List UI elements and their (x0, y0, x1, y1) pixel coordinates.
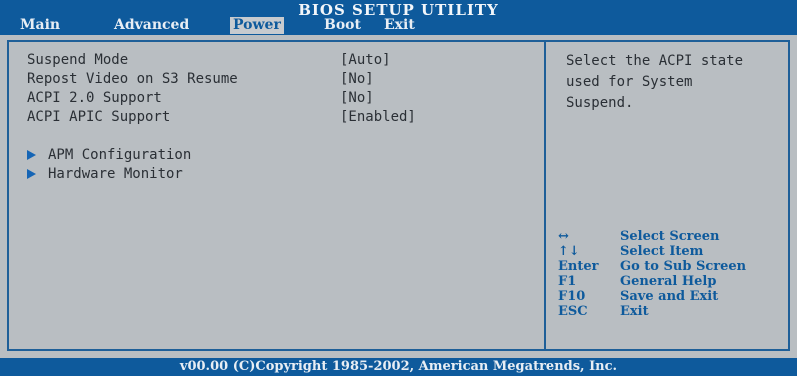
setting-label: ACPI 2.0 Support (27, 90, 162, 106)
setting-value[interactable]: [No] (340, 71, 374, 87)
key-row: ESC Exit (558, 304, 746, 319)
tab-exit[interactable]: Exit (384, 17, 415, 34)
submenu-label: Hardware Monitor (48, 166, 183, 182)
help-panel: Select the ACPI state used for System Su… (566, 51, 781, 114)
key-name: Enter (558, 259, 599, 274)
setting-label: ACPI APIC Support (27, 109, 171, 125)
help-line: used for System (566, 74, 693, 90)
submenu-label: APM Configuration (48, 147, 192, 163)
submenu-hardware-monitor[interactable]: Hardware Monitor (27, 166, 183, 182)
key-action: General Help (620, 274, 717, 289)
key-row: Enter Go to Sub Screen (558, 259, 746, 274)
key-row: ↔ Select Screen (558, 229, 746, 244)
setting-label: Repost Video on S3 Resume (27, 71, 238, 87)
panel-divider (544, 40, 546, 351)
key-name: F1 (558, 274, 577, 289)
submenu-apm-configuration[interactable]: APM Configuration (27, 147, 191, 163)
setting-acpi-2-support[interactable]: ACPI 2.0 Support [No] (27, 90, 374, 106)
key-row: F1 General Help (558, 274, 746, 289)
help-line: Select the ACPI state (566, 53, 744, 69)
key-action: Go to Sub Screen (620, 259, 747, 274)
setting-acpi-apic-support[interactable]: ACPI APIC Support [Enabled] (27, 109, 416, 125)
triangle-right-icon (27, 150, 36, 160)
key-row: F10 Save and Exit (558, 289, 746, 304)
help-line: Suspend. (566, 95, 634, 111)
setting-suspend-mode[interactable]: Suspend Mode [Auto] (27, 52, 391, 68)
setting-value[interactable]: [Auto] (340, 52, 391, 68)
key-name: ↔ (558, 229, 569, 244)
key-name: ↑↓ (558, 244, 580, 259)
key-name: F10 (558, 289, 586, 304)
copyright-footer: v00.00 (C)Copyright 1985-2002, American … (0, 358, 797, 376)
setting-value[interactable]: [Enabled] (340, 109, 416, 125)
key-action: Select Item (620, 244, 704, 259)
header-bar: BIOS SETUP UTILITY Main Advanced Power B… (0, 0, 797, 35)
key-action: Save and Exit (620, 289, 719, 304)
tab-main[interactable]: Main (20, 17, 60, 34)
setting-repost-video[interactable]: Repost Video on S3 Resume [No] (27, 71, 374, 87)
tab-advanced[interactable]: Advanced (114, 17, 189, 34)
setting-value[interactable]: [No] (340, 90, 374, 106)
key-action: Exit (620, 304, 649, 319)
key-row: ↑↓ Select Item (558, 244, 746, 259)
key-legend: ↔ Select Screen ↑↓ Select Item Enter Go … (558, 229, 746, 319)
key-name: ESC (558, 304, 588, 319)
triangle-right-icon (27, 169, 36, 179)
setting-label: Suspend Mode (27, 52, 129, 68)
tab-power[interactable]: Power (230, 17, 284, 34)
key-action: Select Screen (620, 229, 720, 244)
tab-boot[interactable]: Boot (324, 17, 361, 34)
